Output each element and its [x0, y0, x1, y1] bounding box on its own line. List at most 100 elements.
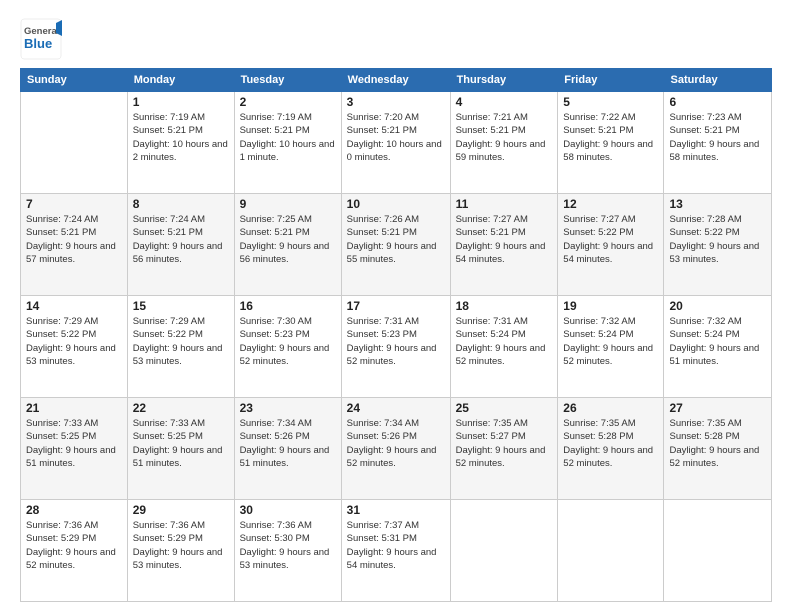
calendar-cell: 3 Sunrise: 7:20 AMSunset: 5:21 PMDayligh… — [341, 92, 450, 194]
day-info: Sunrise: 7:27 AMSunset: 5:22 PMDaylight:… — [563, 213, 658, 266]
week-row-5: 28 Sunrise: 7:36 AMSunset: 5:29 PMDaylig… — [21, 500, 772, 602]
day-info: Sunrise: 7:35 AMSunset: 5:28 PMDaylight:… — [669, 417, 766, 470]
day-number: 12 — [563, 197, 658, 211]
day-number: 24 — [347, 401, 445, 415]
day-number: 2 — [240, 95, 336, 109]
calendar-cell: 16 Sunrise: 7:30 AMSunset: 5:23 PMDaylig… — [234, 296, 341, 398]
logo: General Blue — [20, 18, 62, 60]
calendar-cell: 14 Sunrise: 7:29 AMSunset: 5:22 PMDaylig… — [21, 296, 128, 398]
col-saturday: Saturday — [664, 69, 772, 92]
day-number: 16 — [240, 299, 336, 313]
day-number: 27 — [669, 401, 766, 415]
day-number: 29 — [133, 503, 229, 517]
day-info: Sunrise: 7:32 AMSunset: 5:24 PMDaylight:… — [669, 315, 766, 368]
calendar-cell: 25 Sunrise: 7:35 AMSunset: 5:27 PMDaylig… — [450, 398, 558, 500]
calendar-cell: 26 Sunrise: 7:35 AMSunset: 5:28 PMDaylig… — [558, 398, 664, 500]
day-info: Sunrise: 7:36 AMSunset: 5:29 PMDaylight:… — [133, 519, 229, 572]
calendar-cell: 1 Sunrise: 7:19 AMSunset: 5:21 PMDayligh… — [127, 92, 234, 194]
day-info: Sunrise: 7:34 AMSunset: 5:26 PMDaylight:… — [347, 417, 445, 470]
calendar-cell: 4 Sunrise: 7:21 AMSunset: 5:21 PMDayligh… — [450, 92, 558, 194]
day-info: Sunrise: 7:31 AMSunset: 5:23 PMDaylight:… — [347, 315, 445, 368]
header-row: Sunday Monday Tuesday Wednesday Thursday… — [21, 69, 772, 92]
calendar-cell: 6 Sunrise: 7:23 AMSunset: 5:21 PMDayligh… — [664, 92, 772, 194]
day-info: Sunrise: 7:34 AMSunset: 5:26 PMDaylight:… — [240, 417, 336, 470]
day-number: 22 — [133, 401, 229, 415]
calendar-cell: 23 Sunrise: 7:34 AMSunset: 5:26 PMDaylig… — [234, 398, 341, 500]
calendar-cell — [21, 92, 128, 194]
day-number: 25 — [456, 401, 553, 415]
day-info: Sunrise: 7:26 AMSunset: 5:21 PMDaylight:… — [347, 213, 445, 266]
day-info: Sunrise: 7:36 AMSunset: 5:30 PMDaylight:… — [240, 519, 336, 572]
col-friday: Friday — [558, 69, 664, 92]
day-info: Sunrise: 7:19 AMSunset: 5:21 PMDaylight:… — [133, 111, 229, 164]
calendar-cell — [664, 500, 772, 602]
calendar-cell: 10 Sunrise: 7:26 AMSunset: 5:21 PMDaylig… — [341, 194, 450, 296]
col-tuesday: Tuesday — [234, 69, 341, 92]
day-number: 7 — [26, 197, 122, 211]
calendar-cell: 20 Sunrise: 7:32 AMSunset: 5:24 PMDaylig… — [664, 296, 772, 398]
calendar-cell: 15 Sunrise: 7:29 AMSunset: 5:22 PMDaylig… — [127, 296, 234, 398]
day-info: Sunrise: 7:29 AMSunset: 5:22 PMDaylight:… — [133, 315, 229, 368]
logo-graphic: General Blue — [20, 18, 62, 60]
day-info: Sunrise: 7:36 AMSunset: 5:29 PMDaylight:… — [26, 519, 122, 572]
calendar-cell: 31 Sunrise: 7:37 AMSunset: 5:31 PMDaylig… — [341, 500, 450, 602]
calendar-cell: 28 Sunrise: 7:36 AMSunset: 5:29 PMDaylig… — [21, 500, 128, 602]
day-number: 17 — [347, 299, 445, 313]
calendar-cell: 9 Sunrise: 7:25 AMSunset: 5:21 PMDayligh… — [234, 194, 341, 296]
day-info: Sunrise: 7:23 AMSunset: 5:21 PMDaylight:… — [669, 111, 766, 164]
day-info: Sunrise: 7:24 AMSunset: 5:21 PMDaylight:… — [26, 213, 122, 266]
day-number: 9 — [240, 197, 336, 211]
calendar-cell: 11 Sunrise: 7:27 AMSunset: 5:21 PMDaylig… — [450, 194, 558, 296]
calendar-cell: 21 Sunrise: 7:33 AMSunset: 5:25 PMDaylig… — [21, 398, 128, 500]
day-info: Sunrise: 7:28 AMSunset: 5:22 PMDaylight:… — [669, 213, 766, 266]
day-info: Sunrise: 7:27 AMSunset: 5:21 PMDaylight:… — [456, 213, 553, 266]
svg-text:Blue: Blue — [24, 36, 52, 51]
week-row-2: 7 Sunrise: 7:24 AMSunset: 5:21 PMDayligh… — [21, 194, 772, 296]
calendar-cell: 12 Sunrise: 7:27 AMSunset: 5:22 PMDaylig… — [558, 194, 664, 296]
day-number: 14 — [26, 299, 122, 313]
day-number: 30 — [240, 503, 336, 517]
day-info: Sunrise: 7:20 AMSunset: 5:21 PMDaylight:… — [347, 111, 445, 164]
calendar-table: Sunday Monday Tuesday Wednesday Thursday… — [20, 68, 772, 602]
day-number: 1 — [133, 95, 229, 109]
week-row-4: 21 Sunrise: 7:33 AMSunset: 5:25 PMDaylig… — [21, 398, 772, 500]
day-number: 4 — [456, 95, 553, 109]
col-wednesday: Wednesday — [341, 69, 450, 92]
col-thursday: Thursday — [450, 69, 558, 92]
day-info: Sunrise: 7:31 AMSunset: 5:24 PMDaylight:… — [456, 315, 553, 368]
day-number: 3 — [347, 95, 445, 109]
calendar-cell — [558, 500, 664, 602]
calendar-cell: 8 Sunrise: 7:24 AMSunset: 5:21 PMDayligh… — [127, 194, 234, 296]
day-info: Sunrise: 7:30 AMSunset: 5:23 PMDaylight:… — [240, 315, 336, 368]
day-number: 23 — [240, 401, 336, 415]
calendar-cell: 22 Sunrise: 7:33 AMSunset: 5:25 PMDaylig… — [127, 398, 234, 500]
col-sunday: Sunday — [21, 69, 128, 92]
calendar-cell: 29 Sunrise: 7:36 AMSunset: 5:29 PMDaylig… — [127, 500, 234, 602]
day-info: Sunrise: 7:32 AMSunset: 5:24 PMDaylight:… — [563, 315, 658, 368]
day-info: Sunrise: 7:35 AMSunset: 5:27 PMDaylight:… — [456, 417, 553, 470]
day-number: 5 — [563, 95, 658, 109]
calendar-cell — [450, 500, 558, 602]
calendar-cell: 27 Sunrise: 7:35 AMSunset: 5:28 PMDaylig… — [664, 398, 772, 500]
calendar-cell: 30 Sunrise: 7:36 AMSunset: 5:30 PMDaylig… — [234, 500, 341, 602]
day-number: 28 — [26, 503, 122, 517]
calendar-cell: 18 Sunrise: 7:31 AMSunset: 5:24 PMDaylig… — [450, 296, 558, 398]
col-monday: Monday — [127, 69, 234, 92]
calendar-cell: 2 Sunrise: 7:19 AMSunset: 5:21 PMDayligh… — [234, 92, 341, 194]
day-number: 11 — [456, 197, 553, 211]
day-info: Sunrise: 7:29 AMSunset: 5:22 PMDaylight:… — [26, 315, 122, 368]
day-info: Sunrise: 7:25 AMSunset: 5:21 PMDaylight:… — [240, 213, 336, 266]
header: General Blue — [20, 18, 772, 60]
day-info: Sunrise: 7:33 AMSunset: 5:25 PMDaylight:… — [133, 417, 229, 470]
calendar-cell: 17 Sunrise: 7:31 AMSunset: 5:23 PMDaylig… — [341, 296, 450, 398]
day-info: Sunrise: 7:24 AMSunset: 5:21 PMDaylight:… — [133, 213, 229, 266]
calendar-cell: 19 Sunrise: 7:32 AMSunset: 5:24 PMDaylig… — [558, 296, 664, 398]
day-info: Sunrise: 7:35 AMSunset: 5:28 PMDaylight:… — [563, 417, 658, 470]
day-number: 31 — [347, 503, 445, 517]
day-number: 10 — [347, 197, 445, 211]
day-info: Sunrise: 7:37 AMSunset: 5:31 PMDaylight:… — [347, 519, 445, 572]
day-number: 26 — [563, 401, 658, 415]
day-info: Sunrise: 7:19 AMSunset: 5:21 PMDaylight:… — [240, 111, 336, 164]
day-info: Sunrise: 7:22 AMSunset: 5:21 PMDaylight:… — [563, 111, 658, 164]
day-number: 15 — [133, 299, 229, 313]
